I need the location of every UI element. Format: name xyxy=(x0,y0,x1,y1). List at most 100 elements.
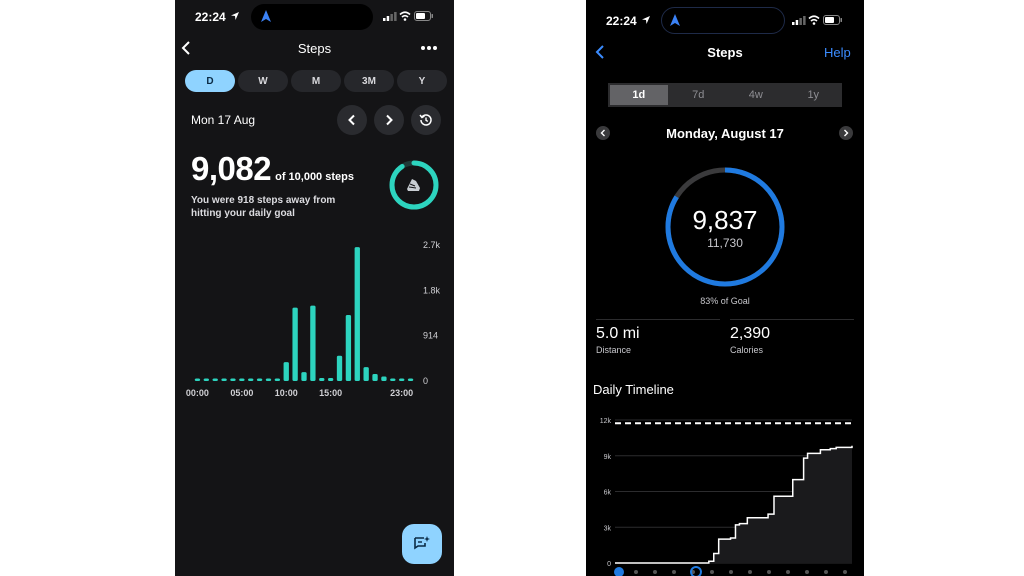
timeline-dot xyxy=(786,570,790,574)
x-tick-label: 05:00 xyxy=(230,388,253,398)
chart-bar xyxy=(203,378,209,381)
navigation-app-icon xyxy=(670,14,680,26)
goal-percent: 83% of Goal xyxy=(700,296,750,306)
tab-day[interactable]: D xyxy=(185,70,235,92)
left-steps-bar-chart: 2.7k 1.8k 914 0 00:00 05:00 10:00 15:00 23:00 xyxy=(186,240,441,398)
timeline-dot xyxy=(748,570,752,574)
range-tabs: 1d 7d 4w 1y xyxy=(608,83,842,107)
y-tick-label: 914 xyxy=(423,331,438,341)
timeline-dot xyxy=(653,570,657,574)
page-title: Steps xyxy=(707,45,743,60)
chart-bar xyxy=(381,376,387,381)
chart-bar xyxy=(248,378,254,381)
chat-sparkle-icon xyxy=(414,536,430,550)
divider xyxy=(596,319,720,320)
divider xyxy=(730,319,854,320)
chart-bar xyxy=(345,315,352,381)
navigation-app-icon xyxy=(261,10,271,22)
distance-value: 5.0 mi xyxy=(596,325,640,342)
x-tick-label: 00:00 xyxy=(186,388,209,398)
chart-bar xyxy=(256,378,263,381)
chart-bar xyxy=(319,378,325,381)
goal-steps: 11,730 xyxy=(707,236,743,250)
chart-bar xyxy=(221,378,227,381)
battery-icon xyxy=(823,15,842,25)
steps-value: 9,082 xyxy=(191,150,272,187)
status-time: 22:24 xyxy=(606,14,637,28)
timeline-dot xyxy=(634,570,638,574)
steps-value: 9,837 xyxy=(692,205,758,235)
y-tick-label: 2.7k xyxy=(423,240,441,250)
next-day-button[interactable] xyxy=(839,126,853,140)
more-options-icon[interactable] xyxy=(420,45,438,51)
wifi-icon xyxy=(399,11,411,21)
help-link[interactable]: Help xyxy=(824,45,851,60)
chart-bar xyxy=(390,378,396,381)
distance-label: Distance xyxy=(596,345,632,355)
chevron-left-icon xyxy=(348,114,355,126)
chart-bar xyxy=(407,378,414,381)
daily-timeline-chart: 12k 9k 6k 3k 0 xyxy=(600,418,853,576)
reset-today-button[interactable] xyxy=(411,105,441,135)
page-title: Steps xyxy=(297,41,332,56)
sleep-marker-icon[interactable] xyxy=(614,567,624,576)
tab-7d[interactable]: 7d xyxy=(670,83,728,107)
timeline-dot xyxy=(805,570,809,574)
timeline-dot xyxy=(767,570,771,574)
chevron-right-icon xyxy=(844,129,849,137)
location-arrow-icon xyxy=(231,12,239,20)
chart-bar xyxy=(283,362,289,381)
chart-bar xyxy=(372,374,378,381)
wifi-icon xyxy=(808,15,820,25)
cellular-signal-icon xyxy=(383,12,397,21)
x-tick-label: 10:00 xyxy=(275,388,298,398)
next-day-button[interactable] xyxy=(374,105,404,135)
tab-3-months[interactable]: 3M xyxy=(344,70,394,92)
timeline-dot xyxy=(824,570,828,574)
timeline-dot xyxy=(672,570,676,574)
tab-1y[interactable]: 1y xyxy=(785,83,843,107)
location-arrow-icon xyxy=(642,16,650,24)
timeline-dot xyxy=(710,570,714,574)
chart-bar xyxy=(310,305,316,381)
timeline-area xyxy=(615,445,852,563)
timeline-dot xyxy=(729,570,733,574)
right-phone-screen: 22:24 Steps Help 1d 7d 4w 1y Monday, Aug… xyxy=(586,0,864,576)
chart-bar xyxy=(354,247,360,381)
tab-month[interactable]: M xyxy=(291,70,341,92)
cellular-signal-icon xyxy=(792,16,806,25)
y-tick-label: 0 xyxy=(423,376,428,386)
chart-bar xyxy=(194,378,201,381)
chart-bar xyxy=(363,367,369,381)
chart-bar xyxy=(292,307,298,381)
chart-bar xyxy=(336,355,343,381)
tab-week[interactable]: W xyxy=(238,70,288,92)
y-tick-label: 0 xyxy=(607,561,611,568)
tab-year[interactable]: Y xyxy=(397,70,447,92)
calories-value: 2,390 xyxy=(730,325,771,342)
x-tick-label: 23:00 xyxy=(390,388,413,398)
y-tick-label: 3k xyxy=(604,525,612,532)
chart-bar xyxy=(399,378,405,381)
y-tick-label: 1.8k xyxy=(423,285,441,295)
date-label: Monday, August 17 xyxy=(666,126,784,141)
ask-assistant-button[interactable] xyxy=(402,524,442,564)
chart-bar xyxy=(265,378,272,381)
range-tabs: D W M 3M Y xyxy=(185,70,447,92)
goal-message-line-1: You were 918 steps away from xyxy=(191,195,336,206)
goal-ring xyxy=(389,160,439,210)
chart-bar xyxy=(274,378,281,381)
battery-icon xyxy=(414,11,433,21)
previous-day-button[interactable] xyxy=(337,105,367,135)
left-phone-screen: 22:24 Steps D W M 3M Y Mon 17 Aug 9,082 … xyxy=(175,0,454,576)
y-tick-label: 9k xyxy=(604,454,612,461)
y-tick-label: 6k xyxy=(604,490,612,497)
tab-4w[interactable]: 4w xyxy=(727,83,785,107)
chart-bar xyxy=(212,378,218,381)
chart-bar xyxy=(230,378,236,381)
tab-1d[interactable]: 1d xyxy=(610,85,668,105)
chevron-right-icon xyxy=(386,114,393,126)
chart-bar xyxy=(239,378,245,381)
status-time: 22:24 xyxy=(195,10,226,24)
y-tick-label: 12k xyxy=(600,418,612,425)
